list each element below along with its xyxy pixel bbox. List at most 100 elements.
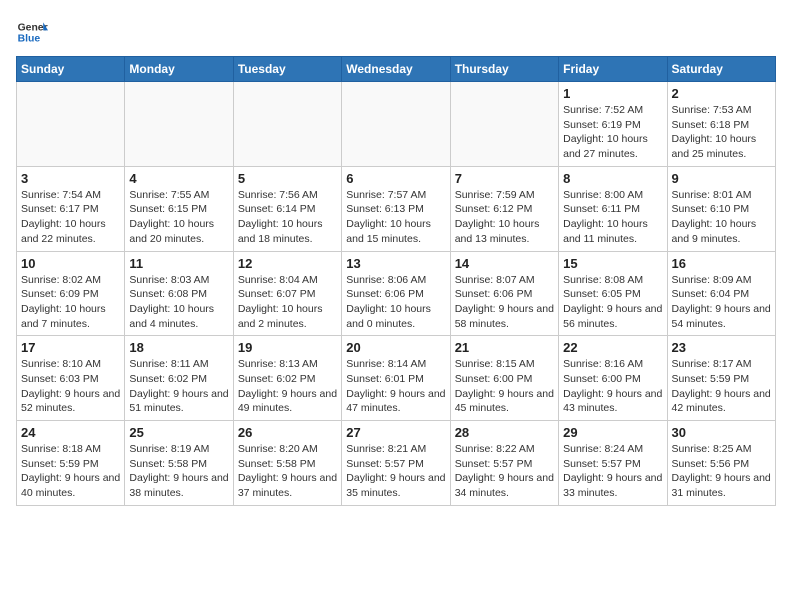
day-info: Sunrise: 8:19 AM Sunset: 5:58 PM Dayligh… — [129, 442, 228, 501]
calendar-week-row: 24 Sunrise: 8:18 AM Sunset: 5:59 PM Dayli… — [17, 421, 776, 506]
day-info: Sunrise: 8:09 AM Sunset: 6:04 PM Dayligh… — [672, 273, 771, 332]
calendar-cell: 2 Sunrise: 7:53 AM Sunset: 6:18 PM Daylig… — [667, 82, 775, 167]
day-number: 13 — [346, 256, 445, 271]
day-info: Sunrise: 8:25 AM Sunset: 5:56 PM Dayligh… — [672, 442, 771, 501]
day-number: 30 — [672, 425, 771, 440]
calendar-cell — [125, 82, 233, 167]
day-number: 4 — [129, 171, 228, 186]
day-info: Sunrise: 7:53 AM Sunset: 6:18 PM Dayligh… — [672, 103, 771, 162]
calendar-cell: 14 Sunrise: 8:07 AM Sunset: 6:06 PM Dayli… — [450, 251, 558, 336]
calendar-cell: 4 Sunrise: 7:55 AM Sunset: 6:15 PM Daylig… — [125, 166, 233, 251]
calendar-cell: 25 Sunrise: 8:19 AM Sunset: 5:58 PM Dayli… — [125, 421, 233, 506]
day-info: Sunrise: 8:08 AM Sunset: 6:05 PM Dayligh… — [563, 273, 662, 332]
day-header-monday: Monday — [125, 57, 233, 82]
day-number: 24 — [21, 425, 120, 440]
logo-icon: General Blue — [16, 16, 48, 48]
day-number: 5 — [238, 171, 337, 186]
calendar-cell: 15 Sunrise: 8:08 AM Sunset: 6:05 PM Dayli… — [559, 251, 667, 336]
calendar-cell: 22 Sunrise: 8:16 AM Sunset: 6:00 PM Dayli… — [559, 336, 667, 421]
day-info: Sunrise: 8:14 AM Sunset: 6:01 PM Dayligh… — [346, 357, 445, 416]
calendar-cell: 24 Sunrise: 8:18 AM Sunset: 5:59 PM Dayli… — [17, 421, 125, 506]
day-header-saturday: Saturday — [667, 57, 775, 82]
day-info: Sunrise: 8:18 AM Sunset: 5:59 PM Dayligh… — [21, 442, 120, 501]
calendar-cell: 21 Sunrise: 8:15 AM Sunset: 6:00 PM Dayli… — [450, 336, 558, 421]
day-number: 29 — [563, 425, 662, 440]
page-header: General Blue — [16, 16, 776, 48]
calendar-cell: 11 Sunrise: 8:03 AM Sunset: 6:08 PM Dayli… — [125, 251, 233, 336]
day-info: Sunrise: 8:06 AM Sunset: 6:06 PM Dayligh… — [346, 273, 445, 332]
calendar-cell: 28Sunrise: 8:22 AM Sunset: 5:57 PM Dayli… — [450, 421, 558, 506]
day-info: Sunrise: 8:15 AM Sunset: 6:00 PM Dayligh… — [455, 357, 554, 416]
day-number: 18 — [129, 340, 228, 355]
day-info: Sunrise: 7:54 AM Sunset: 6:17 PM Dayligh… — [21, 188, 120, 247]
day-number: 9 — [672, 171, 771, 186]
day-number: 14 — [455, 256, 554, 271]
day-info: Sunrise: 7:57 AM Sunset: 6:13 PM Dayligh… — [346, 188, 445, 247]
day-number: 21 — [455, 340, 554, 355]
day-number: 26 — [238, 425, 337, 440]
calendar-cell: 6 Sunrise: 7:57 AM Sunset: 6:13 PM Daylig… — [342, 166, 450, 251]
day-header-tuesday: Tuesday — [233, 57, 341, 82]
day-info: Sunrise: 8:21 AM Sunset: 5:57 PM Dayligh… — [346, 442, 445, 501]
day-info: Sunrise: 8:00 AM Sunset: 6:11 PM Dayligh… — [563, 188, 662, 247]
day-info: Sunrise: 7:52 AM Sunset: 6:19 PM Dayligh… — [563, 103, 662, 162]
calendar-week-row: 17 Sunrise: 8:10 AM Sunset: 6:03 PM Dayli… — [17, 336, 776, 421]
calendar-cell — [17, 82, 125, 167]
day-info: Sunrise: 8:11 AM Sunset: 6:02 PM Dayligh… — [129, 357, 228, 416]
day-info: Sunrise: 7:56 AM Sunset: 6:14 PM Dayligh… — [238, 188, 337, 247]
day-info: Sunrise: 8:16 AM Sunset: 6:00 PM Dayligh… — [563, 357, 662, 416]
logo: General Blue — [16, 16, 52, 48]
calendar-cell: 17 Sunrise: 8:10 AM Sunset: 6:03 PM Dayli… — [17, 336, 125, 421]
day-number: 12 — [238, 256, 337, 271]
day-info: Sunrise: 8:10 AM Sunset: 6:03 PM Dayligh… — [21, 357, 120, 416]
day-number: 23 — [672, 340, 771, 355]
day-number: 2 — [672, 86, 771, 101]
calendar-cell: 13 Sunrise: 8:06 AM Sunset: 6:06 PM Dayli… — [342, 251, 450, 336]
calendar-week-row: 3Sunrise: 7:54 AM Sunset: 6:17 PM Daylig… — [17, 166, 776, 251]
calendar-cell: 9 Sunrise: 8:01 AM Sunset: 6:10 PM Daylig… — [667, 166, 775, 251]
day-number: 28 — [455, 425, 554, 440]
calendar-cell: 29 Sunrise: 8:24 AM Sunset: 5:57 PM Dayli… — [559, 421, 667, 506]
day-number: 25 — [129, 425, 228, 440]
calendar-cell: 30 Sunrise: 8:25 AM Sunset: 5:56 PM Dayli… — [667, 421, 775, 506]
day-number: 7 — [455, 171, 554, 186]
day-number: 11 — [129, 256, 228, 271]
calendar-cell: 7 Sunrise: 7:59 AM Sunset: 6:12 PM Daylig… — [450, 166, 558, 251]
day-info: Sunrise: 8:24 AM Sunset: 5:57 PM Dayligh… — [563, 442, 662, 501]
day-info: Sunrise: 8:17 AM Sunset: 5:59 PM Dayligh… — [672, 357, 771, 416]
day-number: 20 — [346, 340, 445, 355]
day-info: Sunrise: 7:55 AM Sunset: 6:15 PM Dayligh… — [129, 188, 228, 247]
day-info: Sunrise: 8:02 AM Sunset: 6:09 PM Dayligh… — [21, 273, 120, 332]
calendar-cell: 27 Sunrise: 8:21 AM Sunset: 5:57 PM Dayli… — [342, 421, 450, 506]
calendar-cell: 12Sunrise: 8:04 AM Sunset: 6:07 PM Dayli… — [233, 251, 341, 336]
day-number: 1 — [563, 86, 662, 101]
calendar-cell: 1 Sunrise: 7:52 AM Sunset: 6:19 PM Daylig… — [559, 82, 667, 167]
calendar-cell — [233, 82, 341, 167]
day-header-wednesday: Wednesday — [342, 57, 450, 82]
calendar-cell: 20 Sunrise: 8:14 AM Sunset: 6:01 PM Dayli… — [342, 336, 450, 421]
calendar-week-row: 1 Sunrise: 7:52 AM Sunset: 6:19 PM Daylig… — [17, 82, 776, 167]
calendar-cell: 18 Sunrise: 8:11 AM Sunset: 6:02 PM Dayli… — [125, 336, 233, 421]
calendar-cell: 19Sunrise: 8:13 AM Sunset: 6:02 PM Dayli… — [233, 336, 341, 421]
day-info: Sunrise: 8:03 AM Sunset: 6:08 PM Dayligh… — [129, 273, 228, 332]
day-number: 27 — [346, 425, 445, 440]
calendar-week-row: 10 Sunrise: 8:02 AM Sunset: 6:09 PM Dayli… — [17, 251, 776, 336]
day-header-friday: Friday — [559, 57, 667, 82]
calendar-cell: 3Sunrise: 7:54 AM Sunset: 6:17 PM Daylig… — [17, 166, 125, 251]
day-header-sunday: Sunday — [17, 57, 125, 82]
day-number: 10 — [21, 256, 120, 271]
day-number: 15 — [563, 256, 662, 271]
calendar-table: SundayMondayTuesdayWednesdayThursdayFrid… — [16, 56, 776, 506]
day-number: 22 — [563, 340, 662, 355]
calendar-cell: 8 Sunrise: 8:00 AM Sunset: 6:11 PM Daylig… — [559, 166, 667, 251]
day-info: Sunrise: 8:07 AM Sunset: 6:06 PM Dayligh… — [455, 273, 554, 332]
day-number: 8 — [563, 171, 662, 186]
calendar-header-row: SundayMondayTuesdayWednesdayThursdayFrid… — [17, 57, 776, 82]
day-info: Sunrise: 8:01 AM Sunset: 6:10 PM Dayligh… — [672, 188, 771, 247]
calendar-cell: 23 Sunrise: 8:17 AM Sunset: 5:59 PM Dayli… — [667, 336, 775, 421]
day-number: 19 — [238, 340, 337, 355]
day-number: 17 — [21, 340, 120, 355]
day-info: Sunrise: 7:59 AM Sunset: 6:12 PM Dayligh… — [455, 188, 554, 247]
day-number: 6 — [346, 171, 445, 186]
calendar-cell: 26Sunrise: 8:20 AM Sunset: 5:58 PM Dayli… — [233, 421, 341, 506]
